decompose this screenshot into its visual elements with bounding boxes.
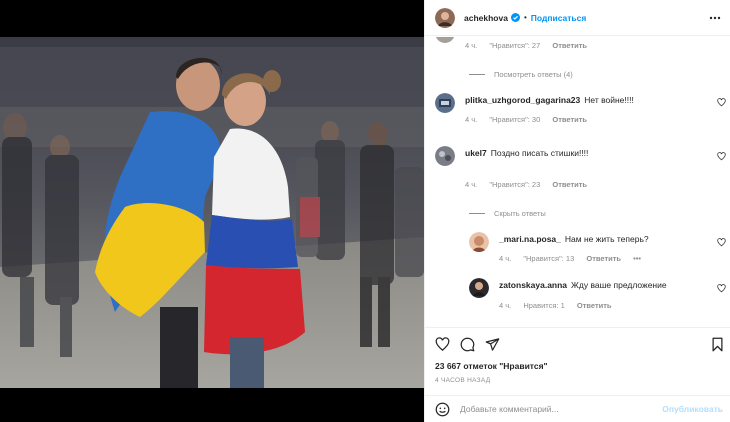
reply-avatar[interactable] (469, 278, 489, 298)
reply-button[interactable]: Ответить (586, 254, 621, 263)
view-replies-button[interactable]: Посмотреть ответы (4) (469, 70, 573, 79)
reply-options-icon[interactable]: ••• (633, 254, 641, 263)
media-panel (0, 0, 424, 422)
publish-button[interactable]: Опубликовать (662, 404, 723, 414)
follow-button[interactable]: Подписаться (531, 13, 587, 23)
add-comment-bar: Опубликовать (425, 395, 730, 422)
heart-icon[interactable] (435, 337, 450, 352)
smiley-icon[interactable] (435, 402, 450, 417)
comment-input[interactable] (460, 404, 650, 414)
comment-avatar[interactable] (435, 37, 455, 43)
comment-likes[interactable]: "Нравится": 27 (489, 41, 540, 50)
post-side-panel: achekhova • Подписаться 4 ч. "Нравится":… (424, 0, 730, 422)
bookmark-icon[interactable] (711, 337, 726, 352)
reply-time: 4 ч. (499, 301, 512, 310)
hide-replies-label: Скрыть ответы (494, 209, 546, 218)
reply-likes[interactable]: "Нравится": 13 (523, 254, 574, 263)
reply-likes[interactable]: Нравится: 1 (523, 301, 564, 310)
reply-meta: 4 ч. Нравится: 1 Ответить (499, 301, 622, 310)
comments-list[interactable]: 4 ч. "Нравится": 27 Ответить Посмотреть … (425, 37, 730, 327)
reply-like-icon[interactable] (717, 284, 726, 293)
comment-text: plitka_uzhgorod_gagarina23 Нет войне!!!! (465, 95, 634, 105)
comment-meta: 4 ч. "Нравится": 27 Ответить (465, 41, 597, 50)
comment-likes[interactable]: "Нравится": 23 (489, 180, 540, 189)
comment-time: 4 ч. (465, 41, 478, 50)
verified-badge-icon (510, 13, 520, 22)
comment-body: Нет войне!!!! (584, 95, 634, 105)
hide-replies-button[interactable]: Скрыть ответы (469, 209, 546, 218)
comment-like-icon[interactable] (717, 152, 726, 161)
comment-like-icon[interactable] (717, 98, 726, 107)
reply-body: Нам не жить теперь? (564, 234, 649, 244)
post-time: 4 ЧАСОВ НАЗАД (435, 377, 491, 384)
comment-avatar[interactable] (435, 93, 455, 113)
comment-time: 4 ч. (465, 115, 478, 124)
reply-username[interactable]: _mari.na.posa_ (499, 234, 561, 244)
reply-avatar[interactable] (469, 232, 489, 252)
view-replies-label: Посмотреть ответы (4) (494, 70, 573, 79)
divider-line (469, 74, 485, 75)
post-photo[interactable] (0, 37, 424, 388)
comment-meta: 4 ч. "Нравится": 23 Ответить (465, 180, 597, 189)
comment-icon[interactable] (460, 337, 475, 352)
reply-username[interactable]: zatonskaya.anna (499, 280, 567, 290)
header-separator: • (523, 13, 527, 22)
comment-text: ukel7 Поздно писать стишки!!!! (465, 148, 588, 158)
comment-body: Поздно писать стишки!!!! (490, 148, 589, 158)
reply-button[interactable]: Ответить (552, 180, 587, 189)
reply-text: zatonskaya.anna Жду ваше предложение (499, 280, 667, 290)
reply-meta: 4 ч. "Нравится": 13 Ответить ••• (499, 254, 651, 263)
likes-count[interactable]: 23 667 отметок "Нравится" (435, 361, 548, 371)
divider-line (469, 213, 485, 214)
paper-plane-icon[interactable] (485, 337, 500, 352)
comment-time: 4 ч. (465, 180, 478, 189)
instagram-post-view: achekhova • Подписаться 4 ч. "Нравится":… (0, 0, 730, 422)
comment-meta: 4 ч. "Нравится": 30 Ответить (465, 115, 597, 124)
reply-time: 4 ч. (499, 254, 512, 263)
comment-username[interactable]: plitka_uzhgorod_gagarina23 (465, 95, 580, 105)
more-horizontal-icon[interactable] (709, 12, 721, 24)
author-username[interactable]: achekhova (464, 13, 508, 23)
reply-button[interactable]: Ответить (552, 115, 587, 124)
author-avatar[interactable] (435, 7, 455, 28)
comment-likes[interactable]: "Нравится": 30 (489, 115, 540, 124)
reply-body: Жду ваше предложение (571, 280, 667, 290)
reply-text: _mari.na.posa_ Нам не жить теперь? (499, 234, 649, 244)
reply-button[interactable]: Ответить (577, 301, 612, 310)
reply-button[interactable]: Ответить (552, 41, 587, 50)
reply-like-icon[interactable] (717, 238, 726, 247)
post-header: achekhova • Подписаться (425, 0, 730, 36)
comment-avatar[interactable] (435, 146, 455, 166)
comment-username[interactable]: ukel7 (465, 148, 487, 158)
